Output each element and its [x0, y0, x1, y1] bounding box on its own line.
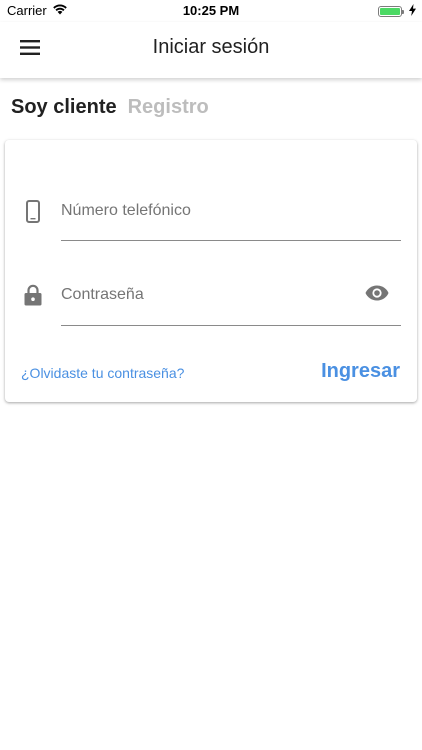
tab-registro[interactable]: Registro	[128, 96, 209, 119]
status-bar: Carrier 10:25 PM	[0, 0, 422, 22]
tab-soy-cliente[interactable]: Soy cliente	[11, 96, 117, 119]
login-button[interactable]: Ingresar	[321, 360, 400, 383]
phone-underline	[61, 240, 401, 241]
auth-tabs: Soy cliente Registro	[11, 96, 209, 119]
eye-icon	[365, 285, 389, 306]
app-bar: Iniciar sesión	[0, 22, 422, 78]
password-underline	[61, 325, 401, 326]
battery-icon	[378, 6, 404, 17]
login-card: ¿Olvidaste tu contraseña? Ingresar	[5, 140, 417, 402]
battery-level	[380, 8, 400, 15]
password-input[interactable]	[61, 283, 357, 307]
phone-input[interactable]	[61, 199, 401, 223]
charging-bolt-icon	[409, 4, 416, 19]
page-title: Iniciar sesión	[152, 36, 270, 58]
phone-field	[5, 198, 417, 242]
status-time: 10:25 PM	[182, 3, 240, 18]
password-field	[5, 283, 417, 327]
forgot-password-link[interactable]: ¿Olvidaste tu contraseña?	[21, 365, 184, 381]
toggle-password-visibility-button[interactable]	[364, 283, 390, 307]
status-right	[378, 4, 416, 19]
smartphone-icon	[22, 199, 44, 223]
lock-icon	[22, 283, 44, 307]
